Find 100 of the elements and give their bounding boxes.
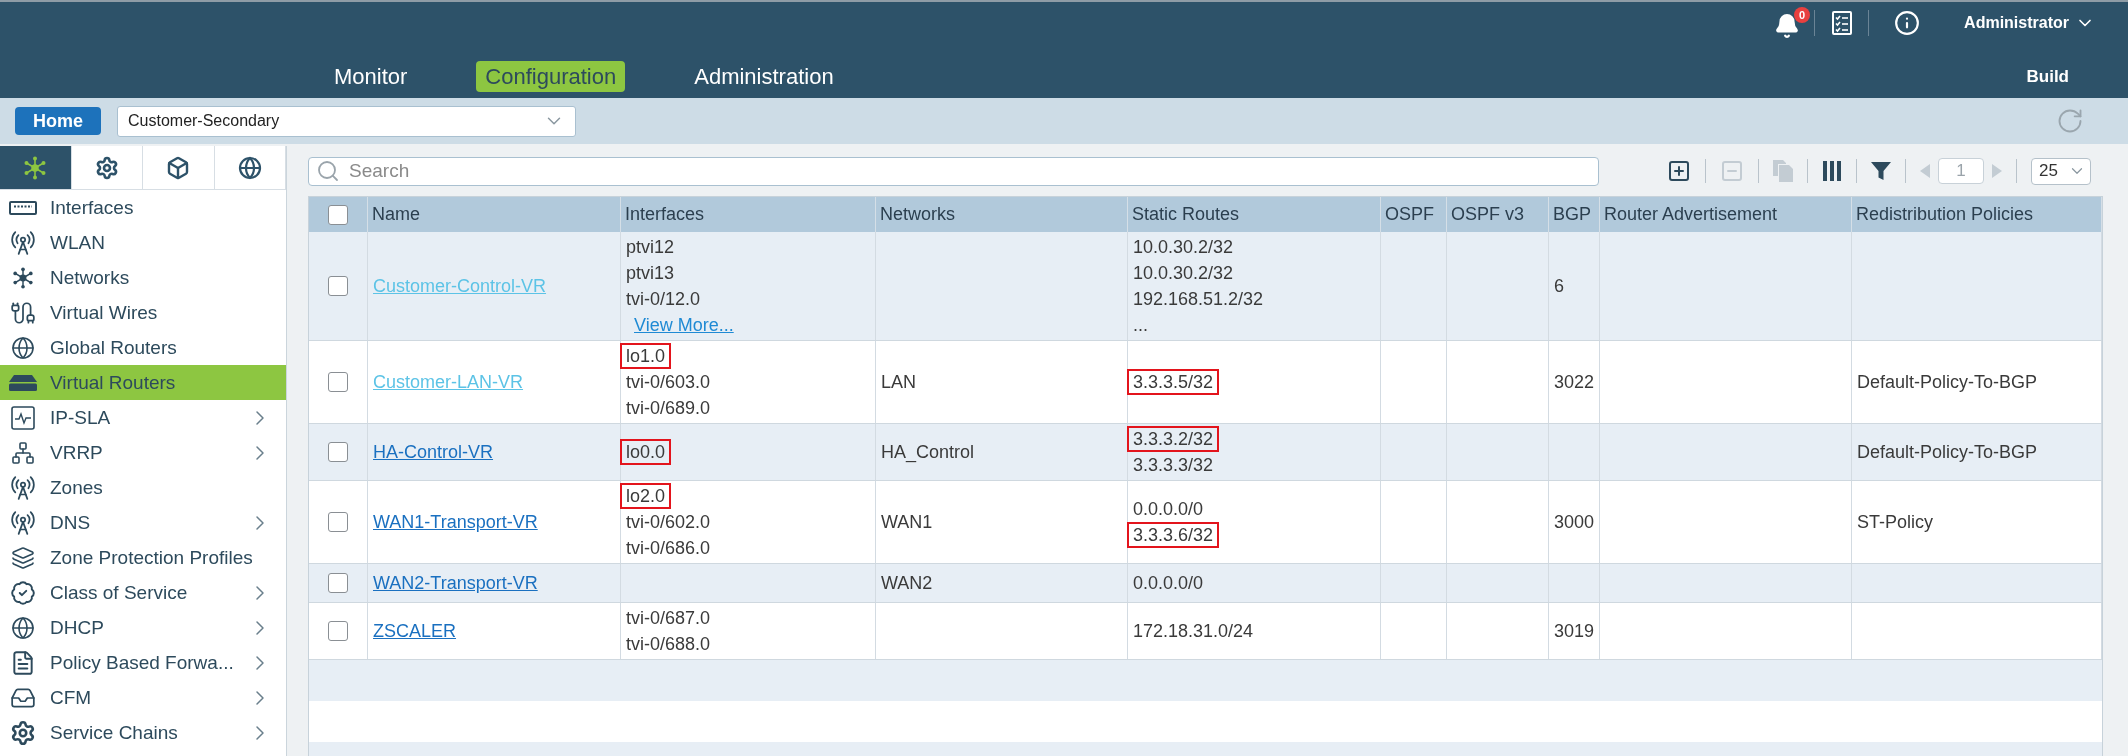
sidebar-tab[interactable] <box>0 146 72 189</box>
globe-icon <box>237 155 262 180</box>
sidebar-item[interactable]: IP-SLA <box>0 400 286 435</box>
interface-name: tvi-0/603.0 <box>626 371 711 394</box>
info-button[interactable] <box>1894 10 1921 36</box>
bgp-value: 3022 <box>1554 371 1595 394</box>
static-route: 10.0.30.2/32 <box>1133 236 1234 259</box>
static-route: 3.3.3.6/32 <box>1127 522 1220 548</box>
interface-name: tvi-0/12.0 <box>626 288 701 311</box>
row-checkbox[interactable] <box>328 512 348 532</box>
static-route: 0.0.0.0/0 <box>1133 498 1204 521</box>
checklist-button[interactable] <box>1832 11 1853 35</box>
build-link[interactable]: Build <box>2026 61 2069 92</box>
nav-tab[interactable]: Configuration <box>476 61 626 92</box>
nav-tab[interactable]: Monitor <box>325 61 417 92</box>
organization-select[interactable]: Customer-Secondary <box>117 105 576 137</box>
row-checkbox[interactable] <box>328 372 348 392</box>
sidebar-item[interactable]: VRRP <box>0 435 286 470</box>
hub-icon <box>12 266 34 289</box>
sidebar-item[interactable]: Networks <box>0 260 286 295</box>
sidebar-item[interactable]: Virtual Wires <box>0 295 286 330</box>
sidebar-item[interactable]: CFM <box>0 680 286 715</box>
info-icon <box>1894 10 1921 36</box>
sidebar-item[interactable]: DNS <box>0 505 286 540</box>
interface-name: tvi-0/686.0 <box>626 537 711 560</box>
page-size-select[interactable]: 25 <box>2031 157 2091 185</box>
filter-icon <box>1871 161 1891 181</box>
sidebar-item[interactable]: Policy Based Forwa... <box>0 645 286 680</box>
static-route: 3.3.3.5/32 <box>1127 369 1220 395</box>
interface-name: lo0.0 <box>620 439 672 465</box>
interface-name: tvi-0/602.0 <box>626 511 711 534</box>
sidebar-item[interactable]: Zones <box>0 470 286 505</box>
home-button[interactable]: Home <box>15 107 101 135</box>
gear-icon <box>10 719 36 746</box>
add-button[interactable] <box>1667 159 1691 183</box>
hub-icon <box>23 155 48 180</box>
static-route: 172.18.31.0/24 <box>1133 620 1254 643</box>
network-icon <box>11 440 35 465</box>
static-route: 192.168.51.2/32 <box>1133 288 1264 311</box>
sidebar-item[interactable]: Virtual Routers <box>0 365 286 400</box>
radio-tower-icon <box>10 229 36 256</box>
router-icon <box>9 374 37 391</box>
interface-name: lo1.0 <box>620 343 672 369</box>
document-icon <box>10 649 36 676</box>
sidebar-item[interactable]: Service Chains <box>0 715 286 750</box>
sidebar-item[interactable]: WLAN <box>0 225 286 260</box>
router-name-link[interactable]: ZSCALER <box>373 618 457 644</box>
plus-icon <box>1667 159 1691 183</box>
caret-left-icon <box>1920 164 1930 178</box>
router-name-link[interactable]: WAN2-Transport-VR <box>373 570 538 596</box>
bgp-value: 3000 <box>1554 511 1595 534</box>
columns-button[interactable] <box>1822 161 1842 181</box>
radio-tower-icon <box>10 474 36 501</box>
interface-name: tvi-0/687.0 <box>626 607 711 630</box>
router-name-link[interactable]: HA-Control-VR <box>373 439 494 465</box>
network-name: LAN <box>881 371 916 394</box>
static-route: ... <box>1133 314 1148 337</box>
sidebar-item[interactable]: Class of Service <box>0 575 286 610</box>
filter-button[interactable] <box>1871 161 1891 181</box>
network-name: WAN2 <box>881 572 933 595</box>
select-all-checkbox[interactable] <box>328 204 348 225</box>
row-checkbox[interactable] <box>328 276 348 296</box>
static-route: 10.0.30.2/32 <box>1133 262 1234 285</box>
interface-name: ptvi12 <box>626 236 675 259</box>
row-checkbox[interactable] <box>328 621 348 641</box>
interface-name: lo2.0 <box>620 483 672 509</box>
user-menu[interactable]: Administrator <box>1964 13 2095 33</box>
copy-icon <box>1773 160 1793 182</box>
caret-right-icon <box>1992 164 2002 178</box>
interface-name: ptvi13 <box>626 262 675 285</box>
static-route: 3.3.3.2/32 <box>1127 426 1220 452</box>
search-icon <box>316 158 340 183</box>
interface-name: tvi-0/689.0 <box>626 397 711 420</box>
sidebar-item[interactable]: Zone Protection Profiles <box>0 540 286 575</box>
row-checkbox[interactable] <box>328 573 348 593</box>
gear-icon <box>94 155 119 180</box>
cube-icon <box>166 155 191 180</box>
minus-icon <box>1720 159 1744 183</box>
nav-tab[interactable]: Administration <box>685 61 843 92</box>
search-field[interactable]: Search <box>308 156 1599 186</box>
globe-icon <box>11 615 35 640</box>
router-name-link[interactable]: WAN1-Transport-VR <box>373 509 538 535</box>
notifications-button[interactable]: 0 <box>1774 7 1811 39</box>
refresh-button[interactable] <box>2056 107 2084 135</box>
policy-name: ST-Policy <box>1857 511 1934 534</box>
static-route: 0.0.0.0/0 <box>1133 572 1204 595</box>
sidebar-item[interactable]: Global Routers <box>0 330 286 365</box>
bgp-value: 6 <box>1554 275 1564 298</box>
notification-badge: 0 <box>1794 7 1811 23</box>
policy-name: Default-Policy-To-BGP <box>1857 441 2038 464</box>
static-route: 3.3.3.3/32 <box>1133 454 1214 477</box>
radio-tower-icon <box>10 509 36 536</box>
bgp-value: 3019 <box>1554 620 1595 643</box>
globe-icon <box>11 335 35 360</box>
sidebar-item[interactable]: DHCP <box>0 610 286 645</box>
pulse-icon <box>11 405 35 430</box>
network-name: HA_Control <box>881 441 975 465</box>
checklist-icon <box>1832 11 1853 35</box>
sidebar-item[interactable]: Interfaces <box>0 190 286 225</box>
row-checkbox[interactable] <box>328 442 348 462</box>
